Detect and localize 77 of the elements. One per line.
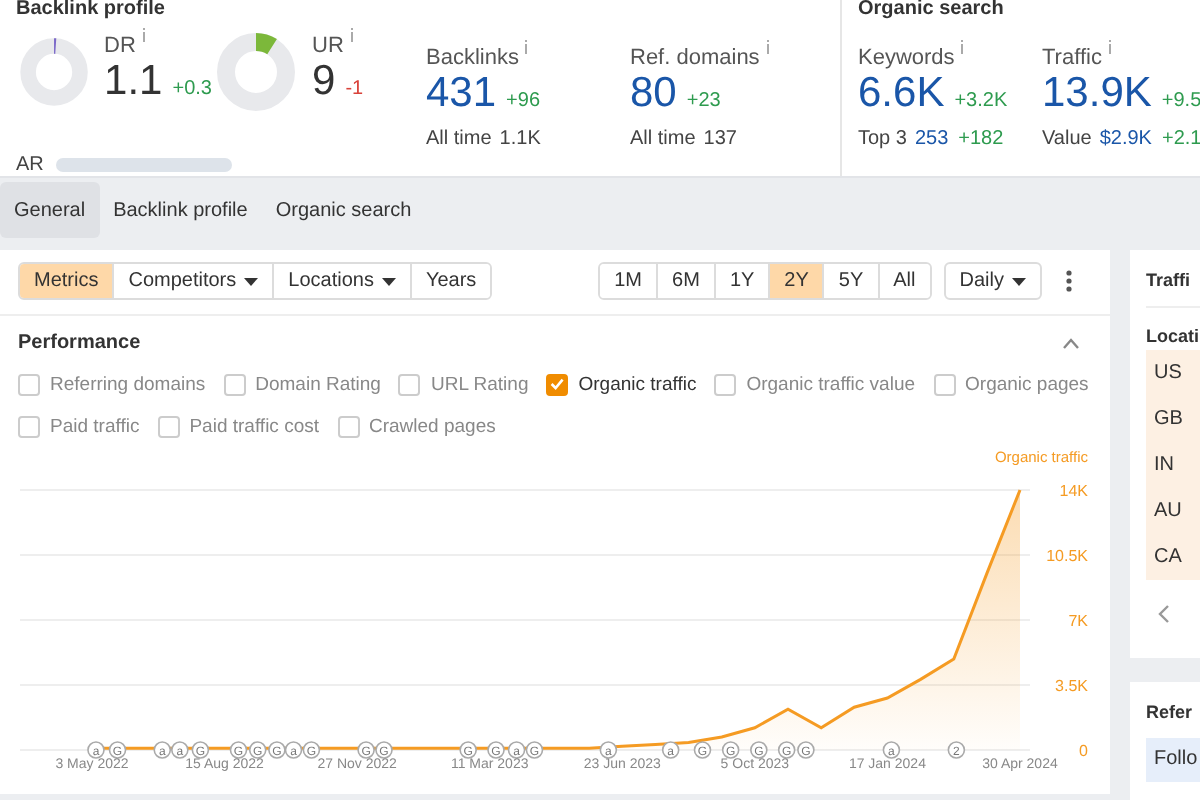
metric-value: 6.6K [858,70,945,118]
checkbox[interactable] [933,373,956,395]
metric-label: DR [104,34,136,58]
caret-icon [1012,277,1026,285]
checkbox-label: Referring domains [50,373,206,395]
checkbox[interactable] [714,373,737,395]
checkbox-label: URL Rating [430,373,529,395]
metric-sub-label: All time [426,128,492,150]
metric-sub-change: +2.1 [1161,128,1200,150]
metric-value: 9 [312,58,336,106]
metric-sub-change: +182 [958,128,1004,150]
metric-change: +23 [686,90,721,112]
metric-sub-label: Top 3 [858,128,907,150]
checkbox-label: Organic traffic value [746,373,916,395]
checkbox-label: Organic pages [965,373,1089,395]
chevron-left-icon[interactable] [1158,604,1170,624]
location-row[interactable]: CA [1146,534,1200,580]
y-axis-label: 10.5K [1046,547,1088,565]
caret-icon [244,277,259,285]
location-row[interactable]: GB [1146,396,1200,442]
metric-value: 431 [426,70,497,118]
metric-sub-label: All time [630,128,696,150]
checkbox[interactable] [546,373,569,395]
tab[interactable]: General [0,182,100,238]
metric-label: UR [312,34,344,58]
checkbox[interactable] [18,373,40,395]
section-title: Backlink profile [16,0,167,20]
card-title: Traffi [1146,250,1200,308]
metric-label: Ref. domains [630,46,760,70]
checkbox[interactable] [18,415,40,437]
metric-label: Traffic [1042,46,1102,70]
column-title: Locati [1146,324,1200,350]
range-button[interactable]: 1M [600,264,659,298]
location-row[interactable]: US [1146,350,1200,396]
y-axis-label: 0 [1079,742,1088,760]
checkbox-label: Organic traffic [578,373,697,395]
view-button[interactable]: Metrics [20,264,115,298]
checkbox-label: Paid traffic cost [189,415,319,437]
metric-value: 1.1 [104,58,163,106]
metric-label: Backlinks [426,46,519,70]
checkbox[interactable] [157,415,180,437]
tab[interactable]: Backlink profile [99,182,262,238]
interval-dropdown[interactable]: Daily [943,262,1042,300]
metric-sub-value: 137 [703,128,737,150]
y-axis-label: 7K [1068,612,1088,630]
checkbox-label: Crawled pages [369,415,496,437]
section-title: Performance [18,332,141,354]
section-title: Organic search [858,0,1006,20]
tab[interactable]: Organic search [261,182,426,238]
metric-sub-value: 1.1K [499,128,541,150]
metric-label: Keywords [858,46,955,70]
y-axis-label: 3.5K [1055,677,1088,695]
card-title: Refer [1146,700,1195,726]
metric-change: +9.5 [1161,90,1200,112]
location-row[interactable]: AU [1146,488,1200,534]
more-icon[interactable] [1066,270,1072,292]
y-axis-label: 14K [1059,482,1088,500]
metric-sub-value: 253 [914,128,949,150]
metric-sub-label: Value [1042,128,1092,150]
checkbox-label: Domain Rating [255,373,381,395]
metric-change: -1 [345,78,364,100]
metric-change: +3.2K [954,90,1008,112]
checkbox[interactable] [398,373,421,395]
metric-value: 80 [630,70,677,118]
metric-sub-value: $2.9K [1099,128,1152,150]
metric-value: 13.9K [1042,70,1152,118]
location-row[interactable]: IN [1146,442,1200,488]
metric-change: +96 [506,90,541,112]
checkbox-label: Paid traffic [50,415,140,437]
ar-label: AR [16,154,44,176]
range-button[interactable]: 2Y [770,264,825,298]
checkbox[interactable] [337,415,359,437]
table-row[interactable]: Follo [1146,738,1200,782]
metric-change: +0.3 [172,78,212,100]
checkbox[interactable] [223,373,246,395]
chevron-icon[interactable] [1062,337,1080,349]
caret-icon [381,277,396,285]
